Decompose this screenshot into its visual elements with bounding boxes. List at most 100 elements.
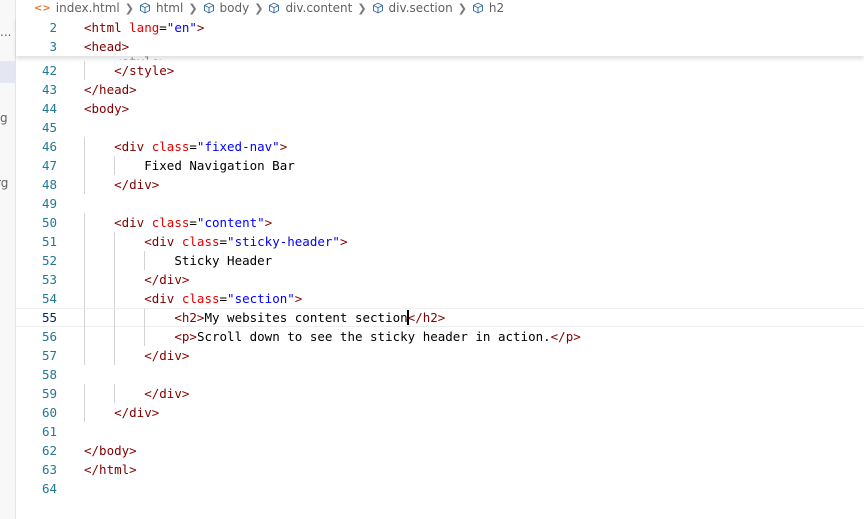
code-line[interactable]: 2 <html lang="en">: [16, 18, 864, 37]
code-token: class: [181, 291, 220, 306]
code-line[interactable]: 47 Fixed Navigation Bar: [16, 156, 864, 175]
code-line[interactable]: 52 Sticky Header: [16, 251, 864, 270]
code-token: </html>: [84, 462, 137, 477]
code-token: >: [196, 20, 205, 35]
code-line[interactable]: 45: [16, 118, 864, 137]
indent-guide: [84, 251, 85, 270]
code-text: <head>: [84, 37, 129, 56]
code-token: </div>: [144, 386, 190, 401]
indent-guide: [144, 309, 146, 328]
line-number: 45: [41, 120, 57, 135]
breadcrumb-item[interactable]: h2: [472, 1, 504, 15]
indent-guide: [84, 232, 85, 251]
code-text: <p>Scroll down to see the sticky header …: [174, 327, 580, 346]
code-token: </p>: [550, 329, 581, 344]
code-token: </h2>: [407, 310, 446, 325]
code-line[interactable]: 44 <body>: [16, 99, 864, 118]
indent-guide: [114, 346, 116, 365]
element-icon: [139, 2, 150, 14]
code-token: <div: [144, 234, 182, 249]
code-text: </head>: [84, 80, 137, 99]
code-token: </div>: [114, 177, 160, 192]
code-editor[interactable]: 2 <html lang="en"> 3 <head> <style> 42 </styl…: [16, 16, 864, 519]
element-icon: [203, 2, 214, 14]
code-token: </style>: [114, 63, 175, 78]
code-token: <head>: [84, 39, 130, 54]
code-line[interactable]: 49: [16, 194, 864, 213]
indent-guide: [84, 327, 85, 346]
code-token: </div>: [144, 272, 190, 287]
breadcrumb-label: h2: [488, 1, 505, 15]
breadcrumb-separator-icon: ❯: [254, 1, 264, 15]
code-line[interactable]: 62 </body>: [16, 441, 864, 460]
code-line[interactable]: 43 </head>: [16, 80, 864, 99]
line-number: 62: [41, 443, 57, 458]
indent-guide: [84, 213, 85, 232]
code-token: class: [151, 139, 190, 154]
line-number: 47: [41, 158, 57, 173]
code-token: <html: [84, 20, 130, 35]
code-token: <div: [114, 139, 152, 154]
breadcrumb-item[interactable]: div.content: [268, 1, 352, 15]
code-line[interactable]: 48 </div>: [16, 175, 864, 194]
code-token: </div>: [144, 348, 190, 363]
indent-guide: [114, 156, 116, 175]
indent-guide: [114, 270, 116, 289]
code-line[interactable]: 42 </style>: [16, 61, 864, 80]
indent-guide: [114, 309, 116, 328]
code-text: <h2>My websites content section</h2>: [174, 309, 445, 326]
code-line[interactable]: 64: [16, 479, 864, 498]
code-token: "content": [196, 215, 265, 230]
html-file-icon: <>: [34, 2, 51, 14]
code-line[interactable]: 58: [16, 365, 864, 384]
explorer-sidebar-edge[interactable]: ... g rg: [0, 0, 16, 519]
code-token: Sticky Header: [174, 253, 273, 268]
code-line[interactable]: 55 <h2>My websites content section</h2>: [16, 308, 864, 328]
code-line[interactable]: 50 <div class="content">: [16, 213, 864, 232]
line-number: 50: [41, 215, 57, 230]
breadcrumb-item[interactable]: div.section: [372, 1, 453, 15]
code-token: >: [294, 291, 303, 306]
code-line[interactable]: 3 <head>: [16, 37, 864, 56]
indent-guide: [144, 327, 146, 346]
code-text: <div class="sticky-header">: [144, 232, 347, 251]
line-number: 58: [41, 367, 57, 382]
code-token: >: [264, 215, 273, 230]
code-line[interactable]: 56 <p>Scroll down to see the sticky heade…: [16, 327, 864, 346]
line-number: 2: [49, 20, 57, 35]
code-token: <h2>: [174, 310, 205, 325]
line-number: 48: [41, 177, 57, 192]
code-line[interactable]: 61: [16, 422, 864, 441]
breadcrumb-separator-icon: ❯: [457, 1, 467, 15]
code-line[interactable]: 60 </div>: [16, 403, 864, 422]
breadcrumb-separator-icon: ❯: [357, 1, 367, 15]
sidebar-truncated-text-1: ...: [0, 25, 12, 39]
code-line[interactable]: 54 <div class="section">: [16, 289, 864, 308]
code-token: =: [159, 20, 167, 35]
line-number: 57: [41, 348, 57, 363]
indent-guide: [84, 137, 85, 156]
code-text: </html>: [84, 460, 137, 479]
line-number: 61: [41, 424, 57, 439]
code-text: </div>: [144, 384, 189, 403]
code-line[interactable]: 59 </div>: [16, 384, 864, 403]
line-number: 44: [41, 101, 57, 116]
sticky-scroll-header[interactable]: 2 <html lang="en"> 3 <head>: [16, 16, 864, 56]
code-line[interactable]: 57 </div>: [16, 346, 864, 365]
indent-guide: [84, 384, 85, 403]
code-text: Fixed Navigation Bar: [144, 156, 295, 175]
indent-guide: [84, 156, 85, 175]
code-line[interactable]: 53 </div>: [16, 270, 864, 289]
code-line[interactable]: 63 </html>: [16, 460, 864, 479]
code-token: </head>: [84, 82, 137, 97]
code-line[interactable]: 51 <div class="sticky-header">: [16, 232, 864, 251]
code-text: </div>: [144, 270, 189, 289]
indent-guide: [84, 309, 85, 328]
breadcrumb-item[interactable]: body: [203, 1, 249, 15]
code-line[interactable]: 46 <div class="fixed-nav">: [16, 137, 864, 156]
selected-explorer-item[interactable]: [0, 61, 15, 83]
breadcrumb-item[interactable]: html: [139, 1, 183, 15]
line-number: 52: [41, 253, 57, 268]
code-token: </div>: [114, 405, 160, 420]
breadcrumb-item[interactable]: <> index.html: [34, 1, 120, 15]
